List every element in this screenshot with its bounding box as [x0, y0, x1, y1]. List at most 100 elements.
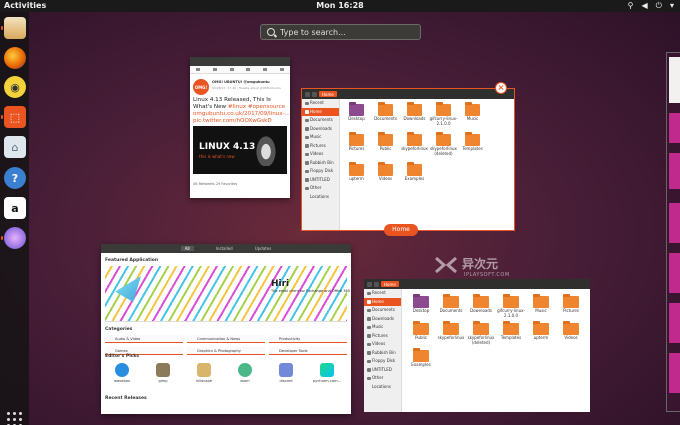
sidebar-item-recent[interactable]: Recent — [364, 289, 401, 298]
folder-item[interactable]: Templates — [496, 320, 526, 347]
folder-item[interactable]: skypeforlinux — [400, 131, 429, 161]
sidebar-item-rubbish-bin[interactable]: Rubbish Bin — [302, 159, 339, 168]
search-input[interactable] — [280, 27, 410, 37]
forward-button[interactable] — [312, 91, 317, 97]
show-applications-button[interactable] — [7, 412, 23, 425]
folder-item[interactable]: skypeforlinux (deleted) — [429, 131, 458, 161]
category-graphics[interactable]: Graphics & Photography — [187, 347, 265, 355]
volume-icon[interactable]: ◀ — [642, 1, 648, 11]
software-window[interactable]: All Installed Updates Featured Applicati… — [101, 244, 351, 414]
sidebar-item-downloads[interactable]: Downloads — [302, 125, 339, 134]
category-audio-video[interactable]: Audio & Video — [105, 335, 183, 343]
rhythmbox-icon[interactable]: ◉ — [4, 76, 26, 98]
tweet-image[interactable]: LINUX 4.13 this is what's new — [193, 126, 287, 174]
sidebar-item-music[interactable]: Music — [302, 133, 339, 142]
path-home-button[interactable]: Home — [319, 91, 337, 97]
pick-inkscape[interactable]: inkscape — [187, 360, 221, 388]
discord-icon — [279, 363, 293, 377]
files-manager-icon[interactable] — [1, 17, 26, 39]
folder-item[interactable]: gifcurry-linux-2.1.0.0 — [496, 293, 526, 320]
pick-discord[interactable]: discord — [269, 360, 303, 388]
sidebar-item-other-locations[interactable]: Other Locations — [364, 374, 401, 389]
trash-icon[interactable]: ⌂ — [4, 136, 26, 158]
sidebar-item-untitled[interactable]: UNTITLED — [364, 366, 401, 375]
sidebar-item-music[interactable]: Music — [364, 323, 401, 332]
sidebar-item-rubbish-bin[interactable]: Rubbish Bin — [364, 349, 401, 358]
folder-item[interactable]: Desktop — [406, 293, 436, 320]
chevron-down-icon[interactable]: ▾ — [670, 1, 674, 11]
sidebar-item-floppy-disk[interactable]: Floppy Disk — [364, 357, 401, 366]
folder-item[interactable]: Pictures — [556, 293, 586, 320]
watermark-url: IPLAYSOFT.COM — [464, 272, 510, 278]
folder-item[interactable]: Public — [371, 131, 400, 161]
pick-wavebox[interactable]: wavebox — [105, 360, 139, 388]
sidebar-item-pictures[interactable]: Pictures — [302, 142, 339, 151]
folder-item[interactable]: Music — [458, 101, 487, 131]
amazon-icon[interactable]: a — [4, 197, 26, 219]
tweet-titlebar[interactable] — [190, 57, 290, 66]
software-icon[interactable]: ⬚ — [1, 106, 26, 128]
sidebar-item-videos[interactable]: Videos — [302, 150, 339, 159]
folder-item[interactable]: Videos — [556, 320, 586, 347]
sidebar-item-recent[interactable]: Recent — [302, 99, 339, 108]
folder-item[interactable]: upterm — [526, 320, 556, 347]
folder-item[interactable]: Public — [406, 320, 436, 347]
folder-icon — [378, 162, 393, 176]
sidebar-item-other-locations[interactable]: Other Locations — [302, 184, 339, 199]
folder-item[interactable]: Music — [526, 293, 556, 320]
sidebar-item-home[interactable]: Home — [364, 297, 401, 306]
folder-item[interactable]: gifcurry-linux-2.1.0.0 — [429, 101, 458, 131]
network-icon[interactable]: ⚲ — [628, 1, 634, 11]
sidebar-item-home[interactable]: Home — [302, 107, 339, 116]
tweet-link[interactable]: omgubuntu.co.uk/2017/09/linux-... pic.tw… — [193, 111, 290, 124]
power-icon[interactable]: ⏻ — [656, 1, 662, 11]
workspace-thumbnail[interactable] — [666, 52, 680, 412]
tweet-tabs[interactable] — [190, 66, 290, 74]
folder-item[interactable]: Templates — [458, 131, 487, 161]
pick-pycharm[interactable]: pycharm-com... — [310, 360, 344, 388]
sidebar-item-untitled[interactable]: UNTITLED — [302, 176, 339, 185]
close-window-button[interactable]: × — [495, 82, 507, 94]
sidebar-item-floppy-disk[interactable]: Floppy Disk — [302, 167, 339, 176]
sidebar-item-downloads[interactable]: Downloads — [364, 315, 401, 324]
category-communication[interactable]: Communication & News — [187, 335, 265, 343]
sidebar-item-documents[interactable]: Documents — [302, 116, 339, 125]
pick-gimp[interactable]: gimp — [146, 360, 180, 388]
folder-item[interactable]: skypeforlinux (deleted) — [466, 320, 496, 347]
category-developer-tools[interactable]: Developer Tools — [269, 347, 347, 355]
folder-item[interactable]: Pictures — [342, 131, 371, 161]
sidebar-item-pictures[interactable]: Pictures — [364, 332, 401, 341]
sidebar-item-videos[interactable]: Videos — [364, 340, 401, 349]
system-tray[interactable]: ⚲ ◀ ⏻ ▾ — [628, 1, 674, 11]
folder-item[interactable]: Documents — [436, 293, 466, 320]
featured-banner[interactable] — [105, 266, 347, 322]
tweet-hashtags[interactable]: #linux #opensource — [228, 104, 285, 110]
folder-item[interactable]: Videos — [371, 161, 400, 191]
folder-item[interactable]: Downloads — [466, 293, 496, 320]
file-manager-window[interactable]: Home Recent Home Documents Downloads Mus… — [364, 279, 590, 412]
folder-item[interactable]: Downloads — [400, 101, 429, 131]
activities-button[interactable]: Activities — [4, 1, 46, 10]
search-box[interactable] — [260, 24, 421, 40]
back-button[interactable] — [305, 91, 310, 97]
back-button[interactable] — [367, 281, 372, 287]
pick-atom[interactable]: atom — [228, 360, 262, 388]
help-icon[interactable]: ? — [4, 167, 26, 189]
folder-item[interactable]: skypeforlinux — [436, 320, 466, 347]
sidebar-item-documents[interactable]: Documents — [364, 306, 401, 315]
folder-item[interactable]: Examples — [406, 347, 436, 374]
folder-item[interactable]: upterm — [342, 161, 371, 191]
file-manager-window-focused[interactable]: Home Recent Home Documents Downloads Mus… — [301, 88, 515, 231]
tab-updates[interactable]: Updates — [255, 246, 272, 251]
clock-label[interactable]: Mon 16:28 — [316, 1, 363, 10]
tab-all[interactable]: All — [180, 246, 194, 251]
path-home-button[interactable]: Home — [381, 281, 399, 287]
folder-item[interactable]: Desktop — [342, 101, 371, 131]
folder-item[interactable]: Documents — [371, 101, 400, 131]
folder-item[interactable]: Examples — [400, 161, 429, 191]
forward-button[interactable] — [374, 281, 379, 287]
tab-installed[interactable]: Installed — [216, 246, 233, 251]
category-productivity[interactable]: Productivity — [269, 335, 347, 343]
firefox-icon[interactable] — [4, 47, 26, 69]
app-icon[interactable] — [1, 227, 26, 249]
